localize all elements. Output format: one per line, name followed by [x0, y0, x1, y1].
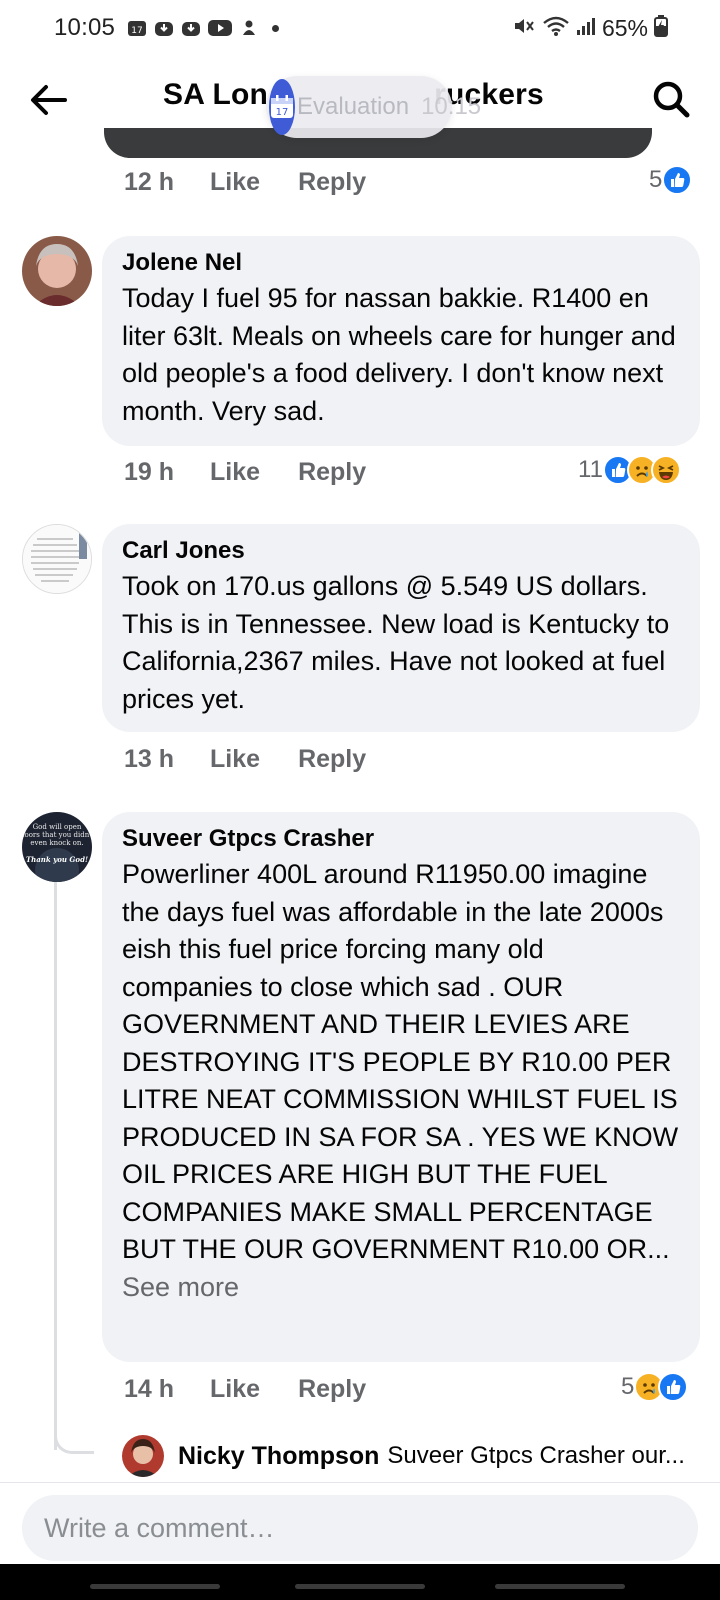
avatar[interactable]: [22, 524, 92, 594]
reaction-count: 5: [621, 1373, 635, 1400]
download-icon: [154, 19, 174, 37]
svg-text:Thank you God!: Thank you God!: [26, 855, 88, 864]
more-notifications-dot: [272, 24, 280, 32]
floating-notification[interactable]: 17 Evaluation 10:15: [266, 76, 481, 138]
notification-time: 10:15: [421, 93, 482, 120]
comment-actions: 14 h Like Reply: [124, 1375, 366, 1404]
svg-text:doors that you didn't: doors that you didn't: [22, 831, 92, 839]
comment-composer[interactable]: [22, 1495, 698, 1561]
comment-text-container: Powerliner 400L around R11950.00 imagine…: [122, 856, 680, 1306]
comment-text: Took on 170.us gallons @ 5.549 US dollar…: [122, 571, 670, 714]
reaction-summary[interactable]: 11: [578, 455, 681, 485]
reaction-summary[interactable]: 5: [649, 165, 693, 195]
reply-button[interactable]: Reply: [298, 168, 366, 197]
comment-text: Today I fuel 95 for nassan bakkie. R1400…: [122, 283, 676, 426]
svg-text:17: 17: [131, 26, 142, 36]
comment-author[interactable]: Jolene Nel: [122, 248, 680, 278]
comment-author[interactable]: Suveer Gtpcs Crasher: [122, 824, 680, 854]
reaction-summary[interactable]: 5: [621, 1372, 689, 1402]
reply-preview[interactable]: Nicky Thompson Suveer Gtpcs Crasher our.…: [122, 1434, 702, 1478]
svg-text:God will open: God will open: [33, 823, 82, 831]
reply-author[interactable]: Nicky Thompson: [178, 1442, 379, 1471]
back-button[interactable]: [26, 78, 70, 122]
haha-reaction-icon: [650, 455, 681, 485]
like-button[interactable]: Like: [210, 168, 260, 197]
battery-charging-icon: [654, 14, 668, 42]
notification-text: Evaluation: [297, 93, 410, 120]
like-button[interactable]: Like: [210, 1375, 260, 1404]
back-nav-button[interactable]: [495, 1584, 625, 1589]
home-button[interactable]: [295, 1584, 425, 1589]
status-time: 10:05: [54, 14, 116, 41]
like-reaction-icon: [662, 165, 693, 195]
reply-snippet: Suveer Gtpcs Crasher our...: [387, 1442, 685, 1469]
reply-button[interactable]: Reply: [298, 458, 366, 487]
calendar-notification-icon: 17: [269, 79, 295, 135]
comment-bubble[interactable]: Suveer Gtpcs Crasher Powerliner 400L aro…: [102, 812, 700, 1362]
mute-icon: [512, 15, 536, 42]
reaction-count: 11: [578, 456, 603, 483]
status-bar: 10:05 17 65%: [0, 0, 720, 56]
search-button[interactable]: [648, 76, 694, 122]
avatar[interactable]: [22, 236, 92, 306]
reply-button[interactable]: Reply: [298, 745, 366, 774]
app-icon: [239, 19, 259, 37]
reply-button[interactable]: Reply: [298, 1375, 366, 1404]
calendar-icon: 17: [127, 19, 147, 37]
notification-icons: 17: [127, 19, 280, 37]
comment-composer-bar: [0, 1482, 720, 1564]
comment-time: 13 h: [124, 745, 175, 773]
like-reaction-icon: [658, 1372, 689, 1402]
thread-line-connector: [54, 1420, 94, 1454]
see-more-link[interactable]: See more: [122, 1272, 239, 1302]
recents-button[interactable]: [90, 1584, 220, 1589]
avatar[interactable]: [122, 1435, 164, 1477]
battery-percent: 65%: [601, 14, 648, 41]
comment-input[interactable]: [44, 1512, 698, 1544]
comment-text: Powerliner 400L around R11950.00 imagine…: [122, 859, 679, 1264]
comment-bubble[interactable]: Carl Jones Took on 170.us gallons @ 5.54…: [102, 524, 700, 732]
like-button[interactable]: Like: [210, 458, 260, 487]
comment-author[interactable]: Carl Jones: [122, 536, 680, 566]
signal-icon: [576, 15, 596, 42]
comment-actions: 13 h Like Reply: [124, 745, 366, 774]
search-icon: [653, 81, 690, 118]
download-icon: [181, 19, 201, 37]
system-icons: 65%: [512, 14, 668, 42]
thread-line: [54, 870, 57, 1450]
comment-time: 12 h: [124, 168, 175, 196]
wifi-icon: [542, 15, 570, 42]
svg-text:even knock on.: even knock on.: [30, 839, 83, 847]
comment-actions: 12 h Like Reply: [124, 168, 366, 197]
svg-text:17: 17: [276, 107, 289, 118]
comment-actions: 19 h Like Reply: [124, 458, 366, 487]
system-navigation-bar: [0, 1564, 720, 1600]
back-arrow-icon: [31, 85, 67, 115]
like-button[interactable]: Like: [210, 745, 260, 774]
avatar[interactable]: God will open doors that you didn't even k…: [22, 812, 92, 882]
comment-bubble[interactable]: Jolene Nel Today I fuel 95 for nassan ba…: [102, 236, 700, 446]
comment-time: 14 h: [124, 1375, 175, 1403]
comment-time: 19 h: [124, 458, 175, 486]
group-title-left: SA Lon: [163, 78, 269, 111]
reaction-count: 5: [649, 166, 663, 193]
youtube-icon: [208, 19, 233, 37]
